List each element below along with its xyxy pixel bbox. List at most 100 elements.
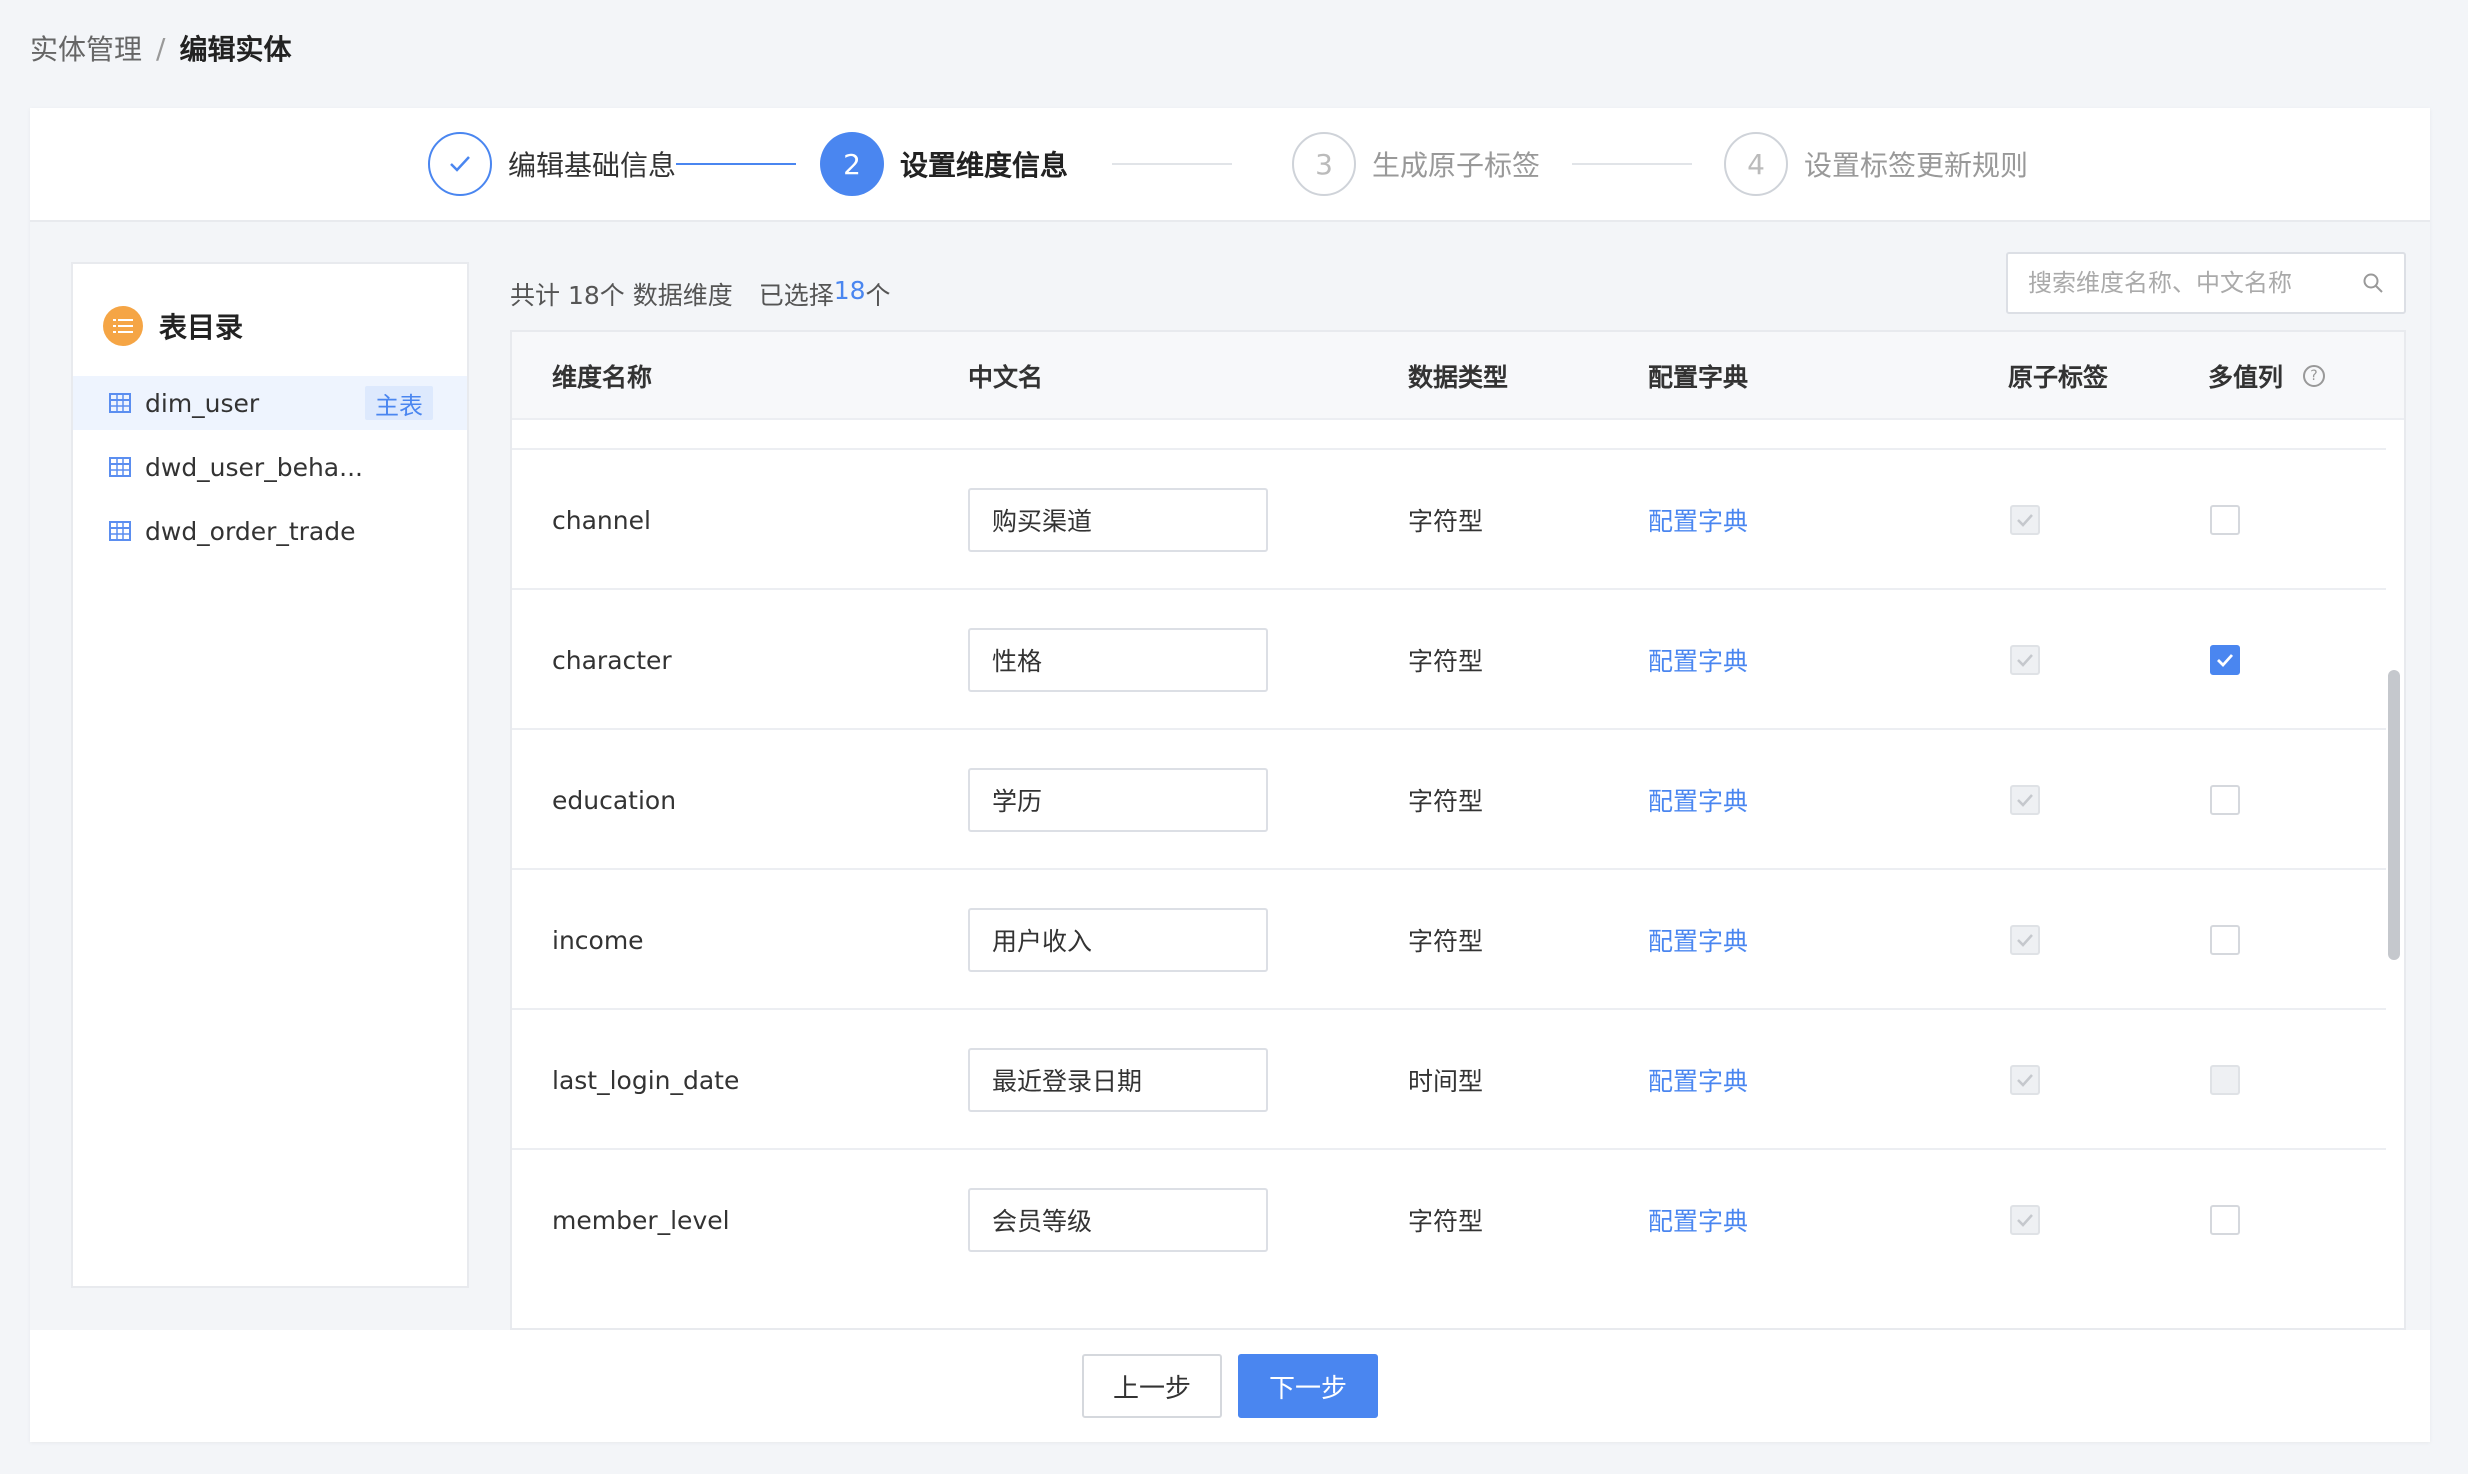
- search-icon[interactable]: [2362, 272, 2384, 294]
- cn-name-input[interactable]: [968, 628, 1268, 692]
- selected-count-prefix: 已选择: [758, 281, 834, 310]
- total-count-text: 共计 18个 数据维度: [510, 281, 733, 310]
- header-dimension-name: 维度名称: [552, 363, 653, 392]
- catalog-title: 表目录: [159, 311, 244, 344]
- cell-dimension-name: education: [552, 785, 677, 815]
- cell-dimension-name: character: [552, 645, 672, 675]
- atomic-tag-checkbox: [2010, 1205, 2040, 1235]
- step-2-number: 2: [820, 132, 884, 196]
- table-icon: [109, 521, 131, 541]
- cn-name-input[interactable]: [968, 908, 1268, 972]
- list-icon: [103, 306, 143, 346]
- search-input[interactable]: [2028, 269, 2362, 297]
- catalog-list: dim_user 主表 dwd_user_beha... dwd_order_t…: [73, 376, 467, 568]
- cn-name-input[interactable]: [968, 768, 1268, 832]
- cn-name-input[interactable]: [968, 1188, 1268, 1252]
- breadcrumb: 实体管理 / 编辑实体: [30, 28, 291, 68]
- header-atomic-tag: 原子标签: [2008, 363, 2109, 392]
- multi-value-checkbox[interactable]: [2210, 505, 2240, 535]
- catalog-item-dim-user[interactable]: dim_user 主表: [73, 376, 467, 430]
- cell-dimension-name: income: [552, 925, 644, 955]
- step-1-check-icon: [428, 132, 492, 196]
- step-3-number: 3: [1292, 132, 1356, 196]
- table-row: income 字符型 配置字典: [512, 868, 2386, 1008]
- config-dict-link[interactable]: 配置字典: [1648, 590, 1748, 730]
- catalog-header: 表目录: [103, 304, 243, 348]
- search-box: [2006, 252, 2406, 314]
- steps-bar: 编辑基础信息 2 设置维度信息 3 生成原子标签 4 设置标签更新规则: [30, 108, 2430, 222]
- cn-name-input[interactable]: [968, 1048, 1268, 1112]
- cell-dimension-name: channel: [552, 505, 651, 535]
- table-icon: [109, 457, 131, 477]
- cell-data-type: 字符型: [1408, 647, 1484, 676]
- catalog-item-label: dwd_user_beha...: [145, 452, 363, 482]
- config-dict-link[interactable]: 配置字典: [1648, 1150, 1748, 1290]
- cell-data-type: 字符型: [1408, 507, 1484, 536]
- dimension-summary: 共计 18个 数据维度 已选择 18 个: [510, 276, 891, 312]
- breadcrumb-separator: /: [156, 31, 166, 65]
- selected-count-suffix: 个: [865, 281, 891, 310]
- cell-data-type: 时间型: [1408, 1067, 1484, 1096]
- table-body: channel 字符型 配置字典 character 字符型 配置字典: [512, 420, 2386, 1328]
- table-row: member_level 字符型 配置字典: [512, 1148, 2386, 1288]
- step-4[interactable]: 4 设置标签更新规则: [1724, 132, 2028, 196]
- multi-value-checkbox[interactable]: [2210, 645, 2240, 675]
- step-2-label: 设置维度信息: [900, 149, 1069, 182]
- multi-value-checkbox[interactable]: [2210, 1205, 2240, 1235]
- step-4-number: 4: [1724, 132, 1788, 196]
- table-row: education 字符型 配置字典: [512, 728, 2386, 868]
- table-row: channel 字符型 配置字典: [512, 448, 2386, 588]
- cn-name-input[interactable]: [968, 488, 1268, 552]
- table-icon: [109, 393, 131, 413]
- main-card: 编辑基础信息 2 设置维度信息 3 生成原子标签 4 设置标签更新规则 表目录: [30, 108, 2430, 1442]
- header-dict: 配置字典: [1648, 363, 1749, 392]
- cell-dimension-name: last_login_date: [552, 1065, 740, 1095]
- cell-dimension-name: member_level: [552, 1205, 730, 1235]
- config-dict-link[interactable]: 配置字典: [1648, 870, 1748, 1010]
- cell-data-type: 字符型: [1408, 787, 1484, 816]
- step-3-label: 生成原子标签: [1372, 149, 1541, 182]
- catalog-item-label: dwd_order_trade: [145, 516, 356, 546]
- catalog-item-dwd-user-behavior[interactable]: dwd_user_beha...: [73, 440, 467, 494]
- config-dict-link[interactable]: 配置字典: [1648, 1010, 1748, 1150]
- atomic-tag-checkbox: [2010, 1065, 2040, 1095]
- prev-step-button[interactable]: 上一步: [1082, 1354, 1222, 1418]
- header-multi-value: 多值列 ?: [2208, 332, 2326, 420]
- cell-data-type: 字符型: [1408, 1207, 1484, 1236]
- footer-actions: 上一步 下一步: [30, 1330, 2430, 1442]
- step-4-label: 设置标签更新规则: [1804, 149, 2029, 182]
- multi-value-checkbox[interactable]: [2210, 785, 2240, 815]
- config-dict-link[interactable]: 配置字典: [1648, 450, 1748, 590]
- step-connector-3: [1572, 163, 1692, 165]
- step-1[interactable]: 编辑基础信息: [428, 132, 676, 196]
- step-connector-2: [1112, 163, 1232, 165]
- atomic-tag-checkbox: [2010, 785, 2040, 815]
- step-connector-1: [676, 163, 796, 165]
- step-1-label: 编辑基础信息: [508, 149, 677, 182]
- selected-count-number: 18: [833, 276, 866, 305]
- breadcrumb-current: 编辑实体: [179, 33, 292, 66]
- step-3[interactable]: 3 生成原子标签: [1292, 132, 1540, 196]
- atomic-tag-checkbox: [2010, 505, 2040, 535]
- multi-value-checkbox[interactable]: [2210, 925, 2240, 955]
- config-dict-link[interactable]: 配置字典: [1648, 730, 1748, 870]
- primary-table-badge: 主表: [365, 386, 433, 420]
- header-multi-value-label: 多值列: [2208, 363, 2284, 392]
- atomic-tag-checkbox: [2010, 925, 2040, 955]
- content-area: 表目录 dim_user 主表 dwd_user_beha... dwd_ord…: [30, 222, 2430, 1330]
- cell-data-type: 字符型: [1408, 927, 1484, 956]
- table-scrollbar[interactable]: [2388, 420, 2400, 1328]
- scrollbar-thumb[interactable]: [2388, 670, 2400, 960]
- help-icon[interactable]: ?: [2303, 365, 2326, 387]
- table-catalog-panel: 表目录 dim_user 主表 dwd_user_beha... dwd_ord…: [71, 262, 469, 1288]
- breadcrumb-parent-link[interactable]: 实体管理: [30, 28, 142, 68]
- header-cn-name: 中文名: [968, 363, 1044, 392]
- multi-value-checkbox-disabled: [2210, 1065, 2240, 1095]
- header-data-type: 数据类型: [1408, 363, 1509, 392]
- dimension-table: 维度名称 中文名 数据类型 配置字典 原子标签 多值列 ? channel 字符…: [510, 330, 2406, 1330]
- table-row: character 字符型 配置字典: [512, 588, 2386, 728]
- next-step-button[interactable]: 下一步: [1238, 1354, 1378, 1418]
- catalog-item-dwd-order-trade[interactable]: dwd_order_trade: [73, 504, 467, 558]
- step-2[interactable]: 2 设置维度信息: [820, 132, 1068, 196]
- atomic-tag-checkbox: [2010, 645, 2040, 675]
